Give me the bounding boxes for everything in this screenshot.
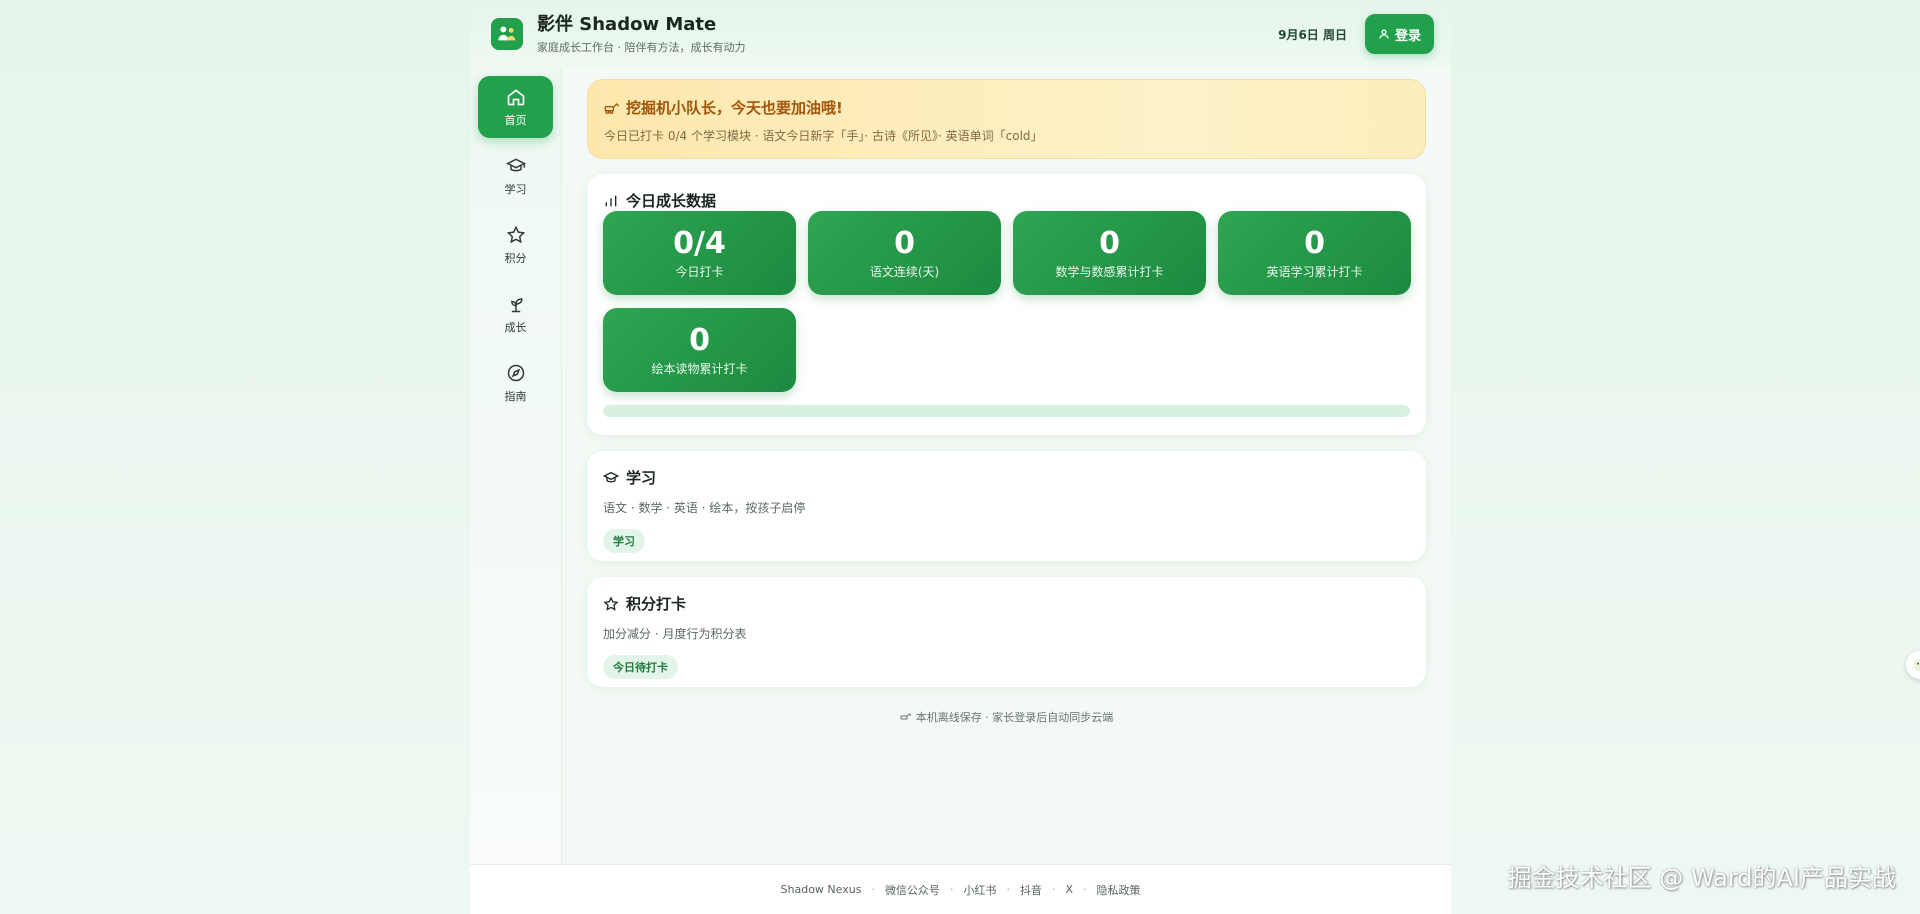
footer-separator: · xyxy=(949,883,954,896)
compass-icon xyxy=(507,364,524,381)
sidebar-item-study[interactable]: 学习 xyxy=(478,145,553,207)
footer: Shadow Nexus · 微信公众号 · 小红书 · 抖音 · X · 隐私… xyxy=(470,864,1451,914)
app-window: 影伴 Shadow Mate 家庭成长工作台 · 陪伴有方法，成长有动力 9月6… xyxy=(470,0,1451,914)
brand-logo xyxy=(491,18,523,50)
daily-progress-bar xyxy=(603,405,1410,417)
app-title: 影伴 Shadow Mate xyxy=(537,13,717,35)
bar-chart-icon xyxy=(605,195,617,206)
current-date: 9月6日 周日 xyxy=(1278,27,1347,42)
sidebar-item-label: 指南 xyxy=(504,389,527,403)
greeting-banner: 挖掘机小队长，今天也要加油哦! 今日已打卡 0/4 个学习模块 · 语文今日新字… xyxy=(587,79,1426,159)
watermark: 掘金技术社区 @ Ward的AI产品实战 xyxy=(1507,864,1896,892)
points-tag[interactable]: 今日待打卡 xyxy=(603,655,678,679)
stat-value: 0 xyxy=(689,322,710,358)
sidebar-item-guide[interactable]: 指南 xyxy=(478,352,553,414)
study-tag[interactable]: 学习 xyxy=(603,529,645,553)
sidebar-item-points[interactable]: 积分 xyxy=(478,214,553,276)
floating-assistant-button[interactable] xyxy=(1906,651,1920,679)
stat-today-checkin: 0/4 今日打卡 xyxy=(603,211,796,295)
assistant-icon xyxy=(1914,659,1920,671)
stat-picturebook-total: 0 绘本读物累计打卡 xyxy=(603,308,796,392)
excavator-icon xyxy=(900,713,912,720)
app-subtitle: 家庭成长工作台 · 陪伴有方法，成长有动力 xyxy=(537,40,746,54)
stat-label: 数学与数感累计打卡 xyxy=(1055,264,1164,279)
points-card[interactable]: 积分打卡 加分减分 · 月度行为积分表 今日待打卡 xyxy=(587,577,1426,687)
stat-chinese-streak: 0 语文连续(天) xyxy=(808,211,1001,295)
star-icon xyxy=(603,595,619,611)
sidebar-item-label: 学习 xyxy=(504,182,527,196)
points-title: 积分打卡 xyxy=(626,595,687,613)
sidebar-item-label: 积分 xyxy=(504,251,527,265)
footer-link-wechat[interactable]: 微信公众号 xyxy=(885,882,940,898)
sync-note-text: 本机离线保存 · 家长登录后自动同步云端 xyxy=(915,711,1114,724)
footer-separator: · xyxy=(1082,883,1087,896)
top-header: 影伴 Shadow Mate 家庭成长工作台 · 陪伴有方法，成长有动力 9月6… xyxy=(470,0,1451,68)
family-icon xyxy=(498,26,516,41)
sidebar-item-home[interactable]: 首页 xyxy=(478,76,553,138)
study-desc: 语文 · 数学 · 英语 · 绘本，按孩子启停 xyxy=(603,501,806,515)
stat-value: 0 xyxy=(1304,225,1325,261)
graduation-cap-icon xyxy=(505,157,526,171)
sidebar-item-label: 首页 xyxy=(504,113,527,127)
points-desc: 加分减分 · 月度行为积分表 xyxy=(603,627,747,641)
stat-value: 0 xyxy=(894,225,915,261)
stat-value: 0/4 xyxy=(673,225,726,261)
sidebar: 首页 学习 积分 成长 指南 xyxy=(470,68,562,864)
banner-title: 挖掘机小队长，今天也要加油哦! xyxy=(626,99,843,117)
stats-grid: 0/4 今日打卡 0 语文连续(天) 0 数学与数感累计打卡 0 英语学习累计打… xyxy=(603,211,1411,417)
sprout-icon xyxy=(510,297,523,312)
stats-card: 今日成长数据 0/4 今日打卡 0 语文连续(天) 0 数学与数感累计打卡 0 … xyxy=(587,174,1426,435)
footer-link-douyin[interactable]: 抖音 xyxy=(1020,882,1042,898)
user-icon xyxy=(1379,29,1389,39)
sidebar-item-growth[interactable]: 成长 xyxy=(478,283,553,345)
study-card[interactable]: 学习 语文 · 数学 · 英语 · 绘本，按孩子启停 学习 xyxy=(587,451,1426,561)
footer-separator: · xyxy=(1006,883,1010,896)
footer-link-xiaohongshu[interactable]: 小红书 xyxy=(963,882,996,898)
stat-label: 绘本读物累计打卡 xyxy=(651,361,748,376)
login-label: 登录 xyxy=(1394,28,1421,44)
footer-separator: · xyxy=(871,883,875,896)
home-icon xyxy=(507,88,524,105)
excavator-icon xyxy=(604,102,620,114)
stat-label: 今日打卡 xyxy=(675,264,724,279)
stat-label: 英语学习累计打卡 xyxy=(1266,264,1363,279)
stats-title: 今日成长数据 xyxy=(626,192,717,210)
study-title: 学习 xyxy=(626,469,657,487)
footer-separator: · xyxy=(1051,883,1056,896)
screen: 影伴 Shadow Mate 家庭成长工作台 · 陪伴有方法，成长有动力 9月6… xyxy=(0,0,1920,914)
graduation-cap-icon xyxy=(603,471,619,482)
banner-subtitle: 今日已打卡 0/4 个学习模块 · 语文今日新字「手」· 古诗《所见》· 英语单… xyxy=(604,129,1043,143)
footer-link-x[interactable]: X xyxy=(1065,883,1073,896)
footer-link-privacy[interactable]: 隐私政策 xyxy=(1096,882,1140,898)
footer-link-shadow-nexus[interactable]: Shadow Nexus xyxy=(781,883,862,896)
sidebar-item-label: 成长 xyxy=(504,320,527,334)
stat-label: 语文连续(天) xyxy=(869,264,940,279)
login-button[interactable]: 登录 xyxy=(1365,14,1434,54)
stat-english-total: 0 英语学习累计打卡 xyxy=(1218,211,1411,295)
sync-note: 本机离线保存 · 家长登录后自动同步云端 xyxy=(587,709,1426,725)
stat-math-total: 0 数学与数感累计打卡 xyxy=(1013,211,1206,295)
star-icon xyxy=(506,225,525,243)
stat-value: 0 xyxy=(1099,225,1120,261)
